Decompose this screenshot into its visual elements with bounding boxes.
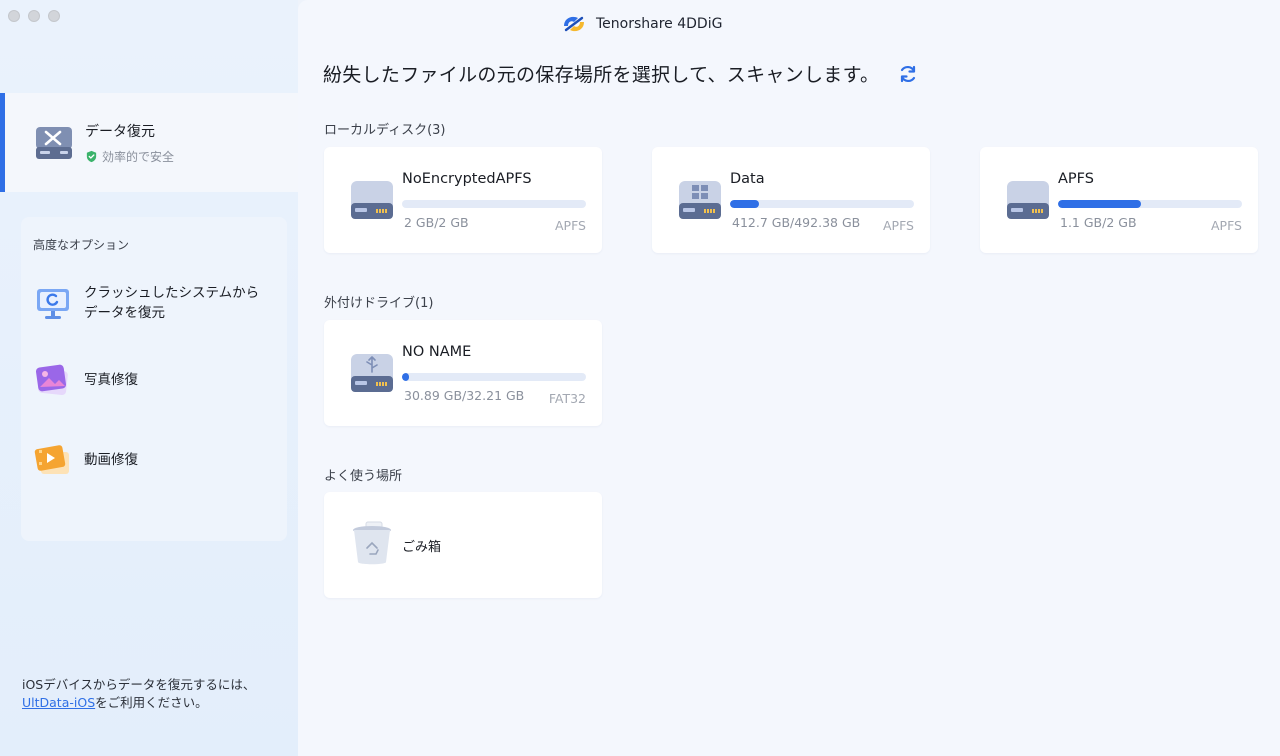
disk-name: NoEncryptedAPFS xyxy=(402,171,532,187)
hard-drive-icon xyxy=(351,181,393,219)
usage-fill xyxy=(1058,200,1141,208)
refresh-icon[interactable] xyxy=(897,63,919,85)
common-locations-label: よく使う場所 xyxy=(324,469,403,484)
sidebar-item-photo-repair[interactable]: 写真修復 xyxy=(33,360,283,400)
usage-fill xyxy=(402,373,410,381)
ultdata-ios-link[interactable]: UltData-iOS xyxy=(22,695,95,710)
main-content: Tenorshare 4DDiG 紛失したファイルの元の保存場所を選択して、スキ… xyxy=(298,0,1280,756)
crashed-system-label: クラッシュしたシステムから データを復元 xyxy=(84,283,259,323)
usage-bar xyxy=(1058,200,1242,208)
minimize-window-button[interactable] xyxy=(28,10,40,22)
sidebar-item-label: データ復元 xyxy=(85,124,155,140)
external-drives-label: 外付けドライブ(1) xyxy=(324,296,434,311)
sidebar-item-video-repair[interactable]: 動画修復 xyxy=(33,440,283,480)
file-system: APFS xyxy=(555,218,586,233)
ios-note-line2: UltData-iOSをご利用ください。 xyxy=(22,694,292,712)
window-controls xyxy=(8,10,60,22)
ios-note-line1: iOSデバイスからデータを復元するには、 xyxy=(22,677,256,692)
drive-tools-icon xyxy=(36,127,72,159)
label-line-1: クラッシュしたシステムから xyxy=(84,285,260,301)
photo-repair-label: 写真修復 xyxy=(84,372,138,388)
ios-note-rest: をご利用ください。 xyxy=(95,695,208,710)
file-system: APFS xyxy=(1211,218,1242,233)
advanced-options-heading: 高度なオプション xyxy=(33,238,130,252)
usage-bar xyxy=(402,373,586,381)
app-title: Tenorshare 4DDiG xyxy=(560,12,722,36)
usage-bar xyxy=(730,200,914,208)
usb-drive-icon xyxy=(351,354,393,392)
usage-bar xyxy=(402,200,586,208)
close-window-button[interactable] xyxy=(8,10,20,22)
label-line-2: データを復元 xyxy=(84,305,165,321)
shield-check-icon xyxy=(86,150,97,163)
disk-card-data[interactable]: Data 412.7 GB/492.38 GB APFS xyxy=(652,147,930,253)
sidebar-item-crashed-system[interactable]: クラッシュしたシステムから データを復元 xyxy=(33,283,283,323)
usage-fill xyxy=(730,200,760,208)
disk-name: APFS xyxy=(1058,171,1094,187)
photo-repair-icon xyxy=(35,364,68,396)
sidebar-item-data-recovery[interactable]: データ復元 効率的で安全 xyxy=(0,93,298,192)
sidebar-item-subtitle: 効率的で安全 xyxy=(85,148,174,165)
disk-size: 2 GB/2 GB xyxy=(404,215,469,230)
monitor-restore-icon xyxy=(37,289,69,319)
disk-card-no-name[interactable]: NO NAME 30.89 GB/32.21 GB FAT32 xyxy=(324,320,602,426)
active-indicator xyxy=(0,93,5,192)
file-system: FAT32 xyxy=(548,391,586,406)
advanced-options-panel: 高度なオプション クラッシュしたシステムから データを復元 写真修復 動画修復 xyxy=(21,217,287,541)
subtitle-text: 効率的で安全 xyxy=(102,150,175,164)
disk-card-noencryptedapfs[interactable]: NoEncryptedAPFS 2 GB/2 GB APFS xyxy=(324,147,602,253)
page-title-text: 紛失したファイルの元の保存場所を選択して、スキャンします。 xyxy=(323,64,880,86)
disk-size: 30.89 GB/32.21 GB xyxy=(404,388,525,403)
app-title-text: Tenorshare 4DDiG xyxy=(596,16,723,32)
local-disks-label: ローカルディスク(3) xyxy=(324,123,446,138)
app-logo-icon xyxy=(564,16,584,32)
sidebar: データ復元 効率的で安全 高度なオプション クラッシュしたシステムから データを… xyxy=(0,0,298,756)
zoom-window-button[interactable] xyxy=(48,10,60,22)
page-title: 紛失したファイルの元の保存場所を選択して、スキャンします。 xyxy=(323,60,919,87)
trash-icon xyxy=(353,521,391,565)
location-card-trash[interactable]: ごみ箱 xyxy=(324,492,602,598)
disk-card-apfs[interactable]: APFS 1.1 GB/2 GB APFS xyxy=(980,147,1258,253)
video-repair-label: 動画修復 xyxy=(84,452,138,468)
file-system: APFS xyxy=(883,218,914,233)
ios-note: iOSデバイスからデータを復元するには、 UltData-iOSをご利用ください… xyxy=(22,676,292,712)
video-repair-icon xyxy=(34,445,69,474)
location-name: ごみ箱 xyxy=(402,540,442,555)
disk-size: 1.1 GB/2 GB xyxy=(1060,215,1137,230)
hard-drive-icon xyxy=(1007,181,1049,219)
disk-name: Data xyxy=(730,171,765,187)
windows-drive-icon xyxy=(679,181,721,219)
disk-size: 412.7 GB/492.38 GB xyxy=(732,215,861,230)
disk-name: NO NAME xyxy=(402,344,472,360)
